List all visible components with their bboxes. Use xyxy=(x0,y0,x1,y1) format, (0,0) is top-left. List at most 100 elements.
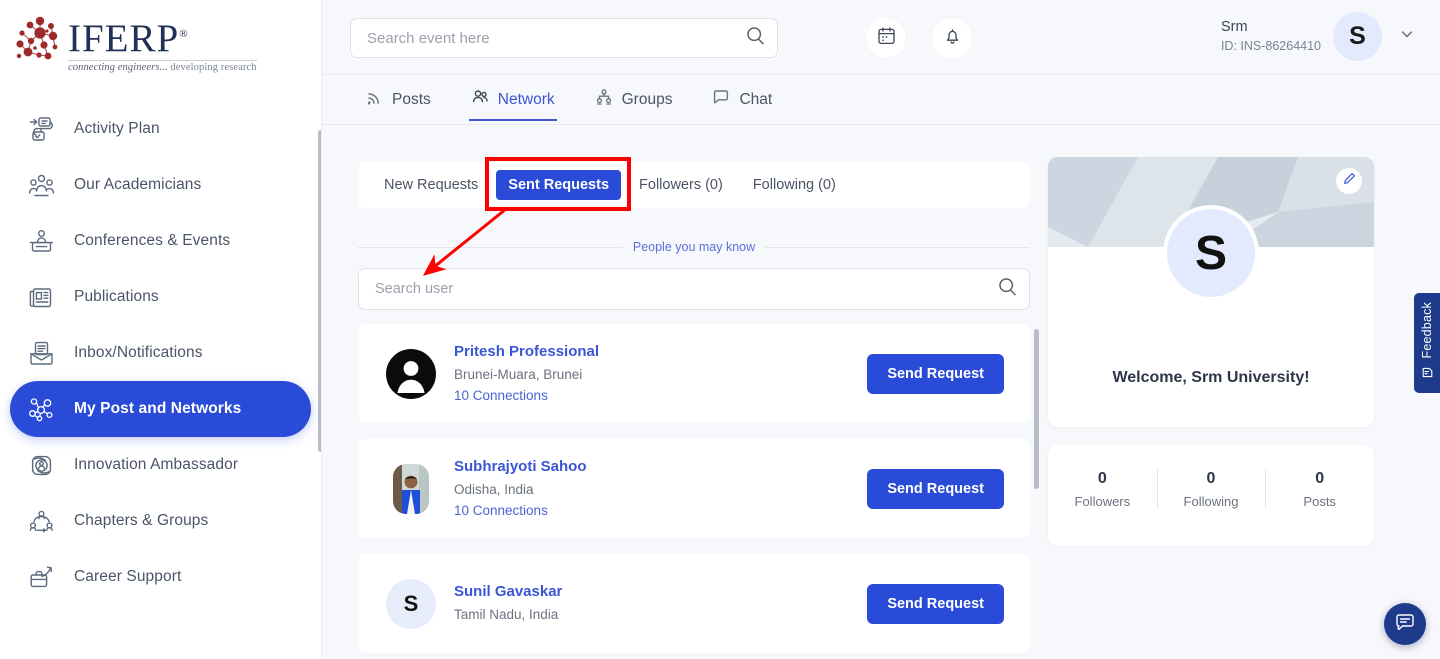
groups-icon xyxy=(595,88,613,111)
sidebar-item-label: Innovation Ambassador xyxy=(74,456,238,474)
search-icon[interactable] xyxy=(998,277,1017,301)
list-item[interactable]: Pritesh Professional Brunei-Muara, Brune… xyxy=(358,324,1030,423)
network-column: New Requests Sent Requests Followers (0)… xyxy=(358,162,1030,659)
chevron-down-icon[interactable] xyxy=(1398,25,1416,48)
edit-profile-button[interactable] xyxy=(1336,168,1362,194)
divider-line-right xyxy=(765,247,1030,248)
user-name[interactable]: Sunil Gavaskar xyxy=(454,582,867,602)
section-tabs: Posts Network Groups Chat xyxy=(322,75,1440,125)
people-icon xyxy=(471,88,489,111)
stat-followers: 0 Followers xyxy=(1048,467,1157,513)
stat-label: Followers xyxy=(1048,491,1157,513)
career-icon xyxy=(22,558,60,596)
subtab-sent-requests[interactable]: Sent Requests xyxy=(496,170,621,200)
search-icon[interactable] xyxy=(746,26,765,50)
sidebar-item-activity-plan[interactable]: Activity Plan xyxy=(10,101,311,157)
user-name[interactable]: Subhrajyoti Sahoo xyxy=(454,457,867,477)
stat-value: 0 xyxy=(1157,467,1266,491)
user-list-scrollbar[interactable] xyxy=(1034,329,1039,489)
sidebar-item-publications[interactable]: Publications xyxy=(10,269,311,325)
chat-bubble-icon xyxy=(1394,611,1416,638)
sidebar-item-label: Our Academicians xyxy=(74,176,201,194)
user-location: Odisha, India xyxy=(454,479,867,501)
chat-fab-button[interactable] xyxy=(1384,603,1426,645)
sidebar-nav: Activity Plan Our Academicians xyxy=(0,101,321,605)
stat-posts: 0 Posts xyxy=(1265,467,1374,513)
conference-icon xyxy=(22,222,60,260)
tab-label: Chat xyxy=(739,91,772,109)
calendar-button[interactable] xyxy=(866,18,906,58)
user-identity: Srm ID: INS-86264410 xyxy=(1221,18,1321,55)
sidebar: IFERP® connecting engineers... developin… xyxy=(0,0,322,659)
people-you-may-know-divider: People you may know xyxy=(358,240,1030,254)
user-search-box[interactable] xyxy=(358,268,1030,310)
sidebar-item-my-post-and-networks[interactable]: My Post and Networks xyxy=(10,381,311,437)
inbox-icon xyxy=(22,334,60,372)
brand-logo[interactable]: IFERP® connecting engineers... developin… xyxy=(0,0,321,73)
user-connections[interactable]: 10 Connections xyxy=(454,501,867,521)
event-search-box[interactable] xyxy=(350,18,778,58)
sidebar-item-label: Publications xyxy=(74,288,159,306)
divider-label: People you may know xyxy=(633,240,755,254)
sidebar-item-innovation-ambassador[interactable]: Innovation Ambassador xyxy=(10,437,311,493)
user-list: Pritesh Professional Brunei-Muara, Brune… xyxy=(358,324,1030,653)
avatar xyxy=(386,349,436,399)
initial-avatar: S xyxy=(386,579,436,629)
network-subtabs: New Requests Sent Requests Followers (0)… xyxy=(358,162,1030,208)
send-request-button[interactable]: Send Request xyxy=(867,469,1004,509)
user-name[interactable]: Pritesh Professional xyxy=(454,342,867,362)
avatar[interactable]: S xyxy=(1333,12,1382,61)
subtab-followers[interactable]: Followers (0) xyxy=(627,170,735,200)
tab-label: Network xyxy=(498,91,555,109)
iferp-dots-icon xyxy=(10,14,66,66)
avatar xyxy=(386,464,436,514)
send-request-button[interactable]: Send Request xyxy=(867,584,1004,624)
divider-line-left xyxy=(358,247,623,248)
stat-label: Following xyxy=(1157,491,1266,513)
welcome-message: Welcome, Srm University! xyxy=(1048,369,1374,387)
chat-icon xyxy=(712,88,730,111)
sidebar-item-conferences-events[interactable]: Conferences & Events xyxy=(10,213,311,269)
tab-chat[interactable]: Chat xyxy=(710,75,774,125)
sidebar-item-inbox-notifications[interactable]: Inbox/Notifications xyxy=(10,325,311,381)
user-location: Brunei-Muara, Brunei xyxy=(454,364,867,386)
sidebar-item-chapters-groups[interactable]: Chapters & Groups xyxy=(10,493,311,549)
subtab-following[interactable]: Following (0) xyxy=(741,170,848,200)
tab-groups[interactable]: Groups xyxy=(593,75,675,125)
list-item[interactable]: S Sunil Gavaskar Tamil Nadu, India Send … xyxy=(358,554,1030,653)
stat-label: Posts xyxy=(1265,491,1374,513)
sidebar-item-label: Activity Plan xyxy=(74,120,160,138)
send-request-button[interactable]: Send Request xyxy=(867,354,1004,394)
publications-icon xyxy=(22,278,60,316)
user-location: Tamil Nadu, India xyxy=(454,604,867,626)
tab-network[interactable]: Network xyxy=(469,75,557,125)
search-input[interactable] xyxy=(367,30,746,47)
user-menu[interactable]: Srm ID: INS-86264410 S xyxy=(1221,12,1416,61)
sidebar-item-our-academicians[interactable]: Our Academicians xyxy=(10,157,311,213)
subtab-new-requests[interactable]: New Requests xyxy=(372,170,490,200)
bell-icon xyxy=(943,26,962,50)
main-content: New Requests Sent Requests Followers (0)… xyxy=(322,125,1440,659)
user-info: Subhrajyoti Sahoo Odisha, India 10 Conne… xyxy=(454,457,867,521)
profile-card: S Welcome, Srm University! xyxy=(1048,157,1374,427)
photo-avatar-icon xyxy=(386,464,436,514)
rss-icon xyxy=(366,89,383,111)
silhouette-avatar-icon xyxy=(386,349,436,399)
search-user-input[interactable] xyxy=(375,281,998,297)
list-item[interactable]: Subhrajyoti Sahoo Odisha, India 10 Conne… xyxy=(358,439,1030,538)
sidebar-item-label: Conferences & Events xyxy=(74,232,230,250)
stat-following: 0 Following xyxy=(1157,467,1266,513)
innovation-icon xyxy=(22,446,60,484)
stat-value: 0 xyxy=(1265,467,1374,491)
user-info: Sunil Gavaskar Tamil Nadu, India xyxy=(454,582,867,626)
sidebar-item-label: Career Support xyxy=(74,568,181,586)
notifications-button[interactable] xyxy=(932,18,972,58)
stat-value: 0 xyxy=(1048,467,1157,491)
user-connections[interactable]: 10 Connections xyxy=(454,386,867,406)
profile-avatar: S xyxy=(1163,205,1259,301)
feedback-tab[interactable]: Feedback xyxy=(1414,293,1440,393)
sidebar-item-label: My Post and Networks xyxy=(74,400,241,418)
avatar: S xyxy=(386,579,436,629)
tab-posts[interactable]: Posts xyxy=(364,75,433,125)
sidebar-item-career-support[interactable]: Career Support xyxy=(10,549,311,605)
